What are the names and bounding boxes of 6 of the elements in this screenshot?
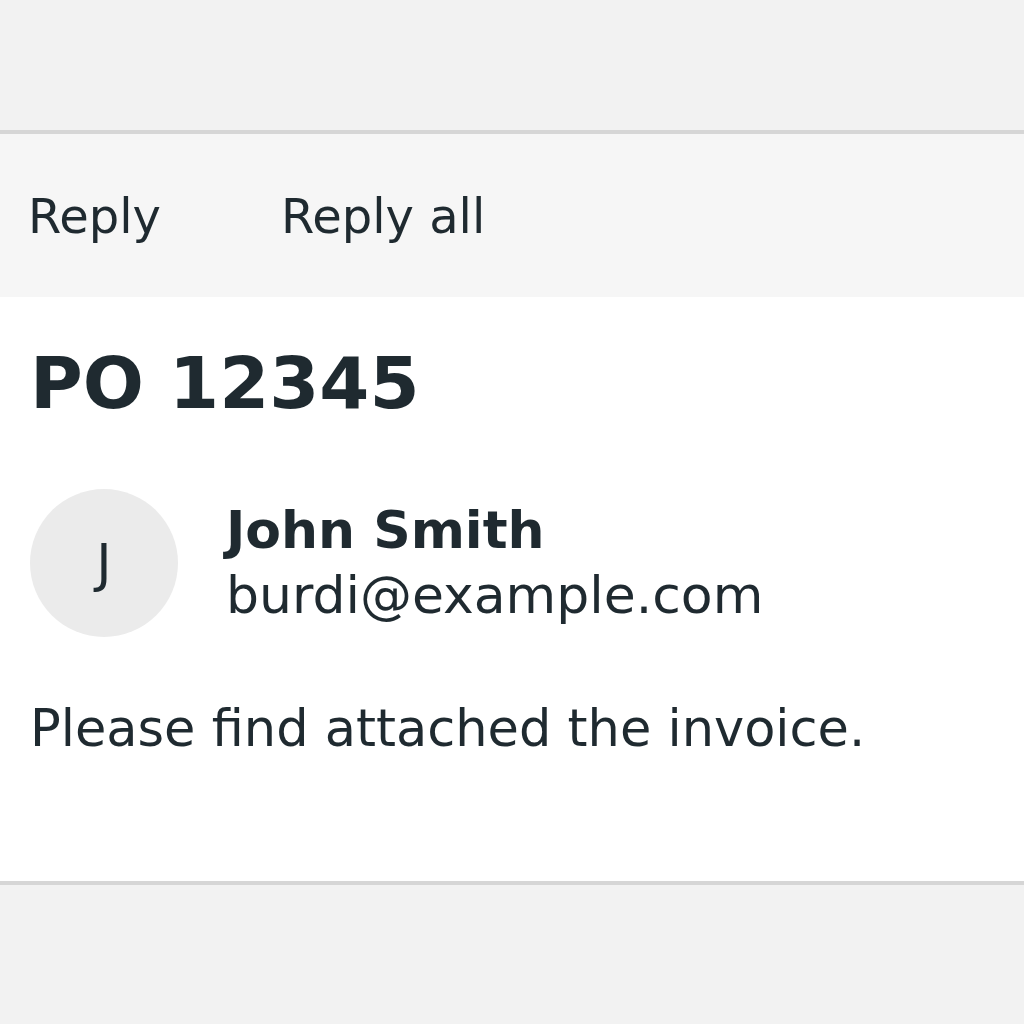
reply-button[interactable]: Reply: [28, 187, 161, 244]
sender-email: burdi@example.com: [226, 564, 764, 627]
avatar: J: [30, 489, 178, 637]
email-subject: PO 12345: [30, 347, 421, 419]
email-body: Please find attached the invoice.: [30, 699, 867, 758]
reply-button[interactable]: Reply all: [280, 187, 486, 244]
